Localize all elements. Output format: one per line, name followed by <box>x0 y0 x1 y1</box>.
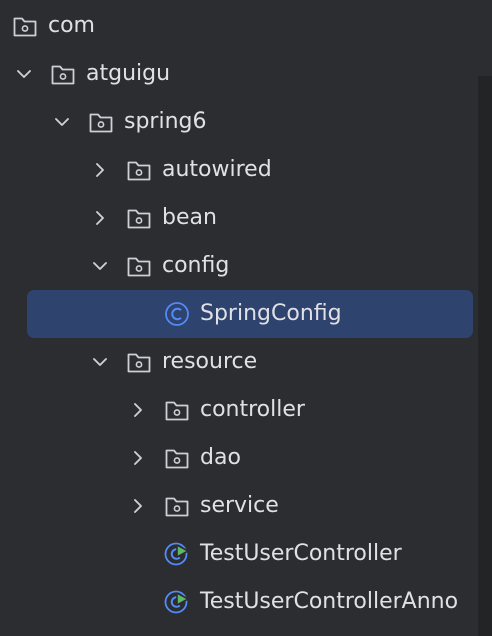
tree-row-controller[interactable]: controller <box>0 386 478 434</box>
tree-node-label: dao <box>200 445 241 470</box>
tree-row-bean[interactable]: bean <box>0 194 478 242</box>
project-tree: com atguigu spring6 autowired bean config Spri… <box>0 0 492 636</box>
tree-node-label: config <box>162 253 230 278</box>
chevron-right-icon[interactable] <box>88 206 112 230</box>
tree-row-testusercontrolleranno[interactable]: TestUserControllerAnno <box>0 578 478 626</box>
folder-icon <box>164 493 190 519</box>
folder-icon <box>126 349 152 375</box>
tree-node-label: atguigu <box>86 61 171 86</box>
chevron-down-icon[interactable] <box>88 254 112 278</box>
tree-row-resource[interactable]: resource <box>0 338 478 386</box>
chevron-right-icon[interactable] <box>126 446 150 470</box>
class-icon <box>164 301 190 327</box>
tree-node-label: spring6 <box>124 109 207 134</box>
chevron-right-icon[interactable] <box>126 494 150 518</box>
tree-node-label: resource <box>162 349 258 374</box>
tree-node-label: controller <box>200 397 305 422</box>
scrollbar-track[interactable] <box>478 76 492 636</box>
tree-row-dao[interactable]: dao <box>0 434 478 482</box>
chevron-down-icon[interactable] <box>12 62 36 86</box>
folder-icon <box>126 157 152 183</box>
chevron-down-icon[interactable] <box>50 110 74 134</box>
folder-icon <box>126 205 152 231</box>
folder-icon <box>50 61 76 87</box>
tree-node-label: bean <box>162 205 217 230</box>
tree-row-service[interactable]: service <box>0 482 478 530</box>
tree-row-com[interactable]: com <box>0 2 478 50</box>
tree-node-label: TestUserControllerAnno <box>200 589 459 614</box>
folder-icon <box>12 13 38 39</box>
folder-icon <box>164 445 190 471</box>
chevron-right-icon[interactable] <box>88 158 112 182</box>
folder-icon <box>126 253 152 279</box>
tree-row-testusercontroller[interactable]: TestUserController <box>0 530 478 578</box>
test-class-icon <box>164 541 190 567</box>
tree-row-springconfig[interactable]: SpringConfig <box>0 290 478 338</box>
chevron-right-icon[interactable] <box>126 398 150 422</box>
tree-node-label: com <box>48 13 95 38</box>
tree-row-autowired[interactable]: autowired <box>0 146 478 194</box>
tree-node-label: SpringConfig <box>200 301 342 326</box>
tree-node-label: TestUserController <box>200 541 402 566</box>
chevron-down-icon[interactable] <box>88 350 112 374</box>
tree-node-label: autowired <box>162 157 272 182</box>
tree-node-label: service <box>200 493 279 518</box>
folder-icon <box>164 397 190 423</box>
tree-row-atguigu[interactable]: atguigu <box>0 50 478 98</box>
tree-row-config[interactable]: config <box>0 242 478 290</box>
folder-icon <box>88 109 114 135</box>
test-class-icon <box>164 589 190 615</box>
tree-row-spring6[interactable]: spring6 <box>0 98 478 146</box>
